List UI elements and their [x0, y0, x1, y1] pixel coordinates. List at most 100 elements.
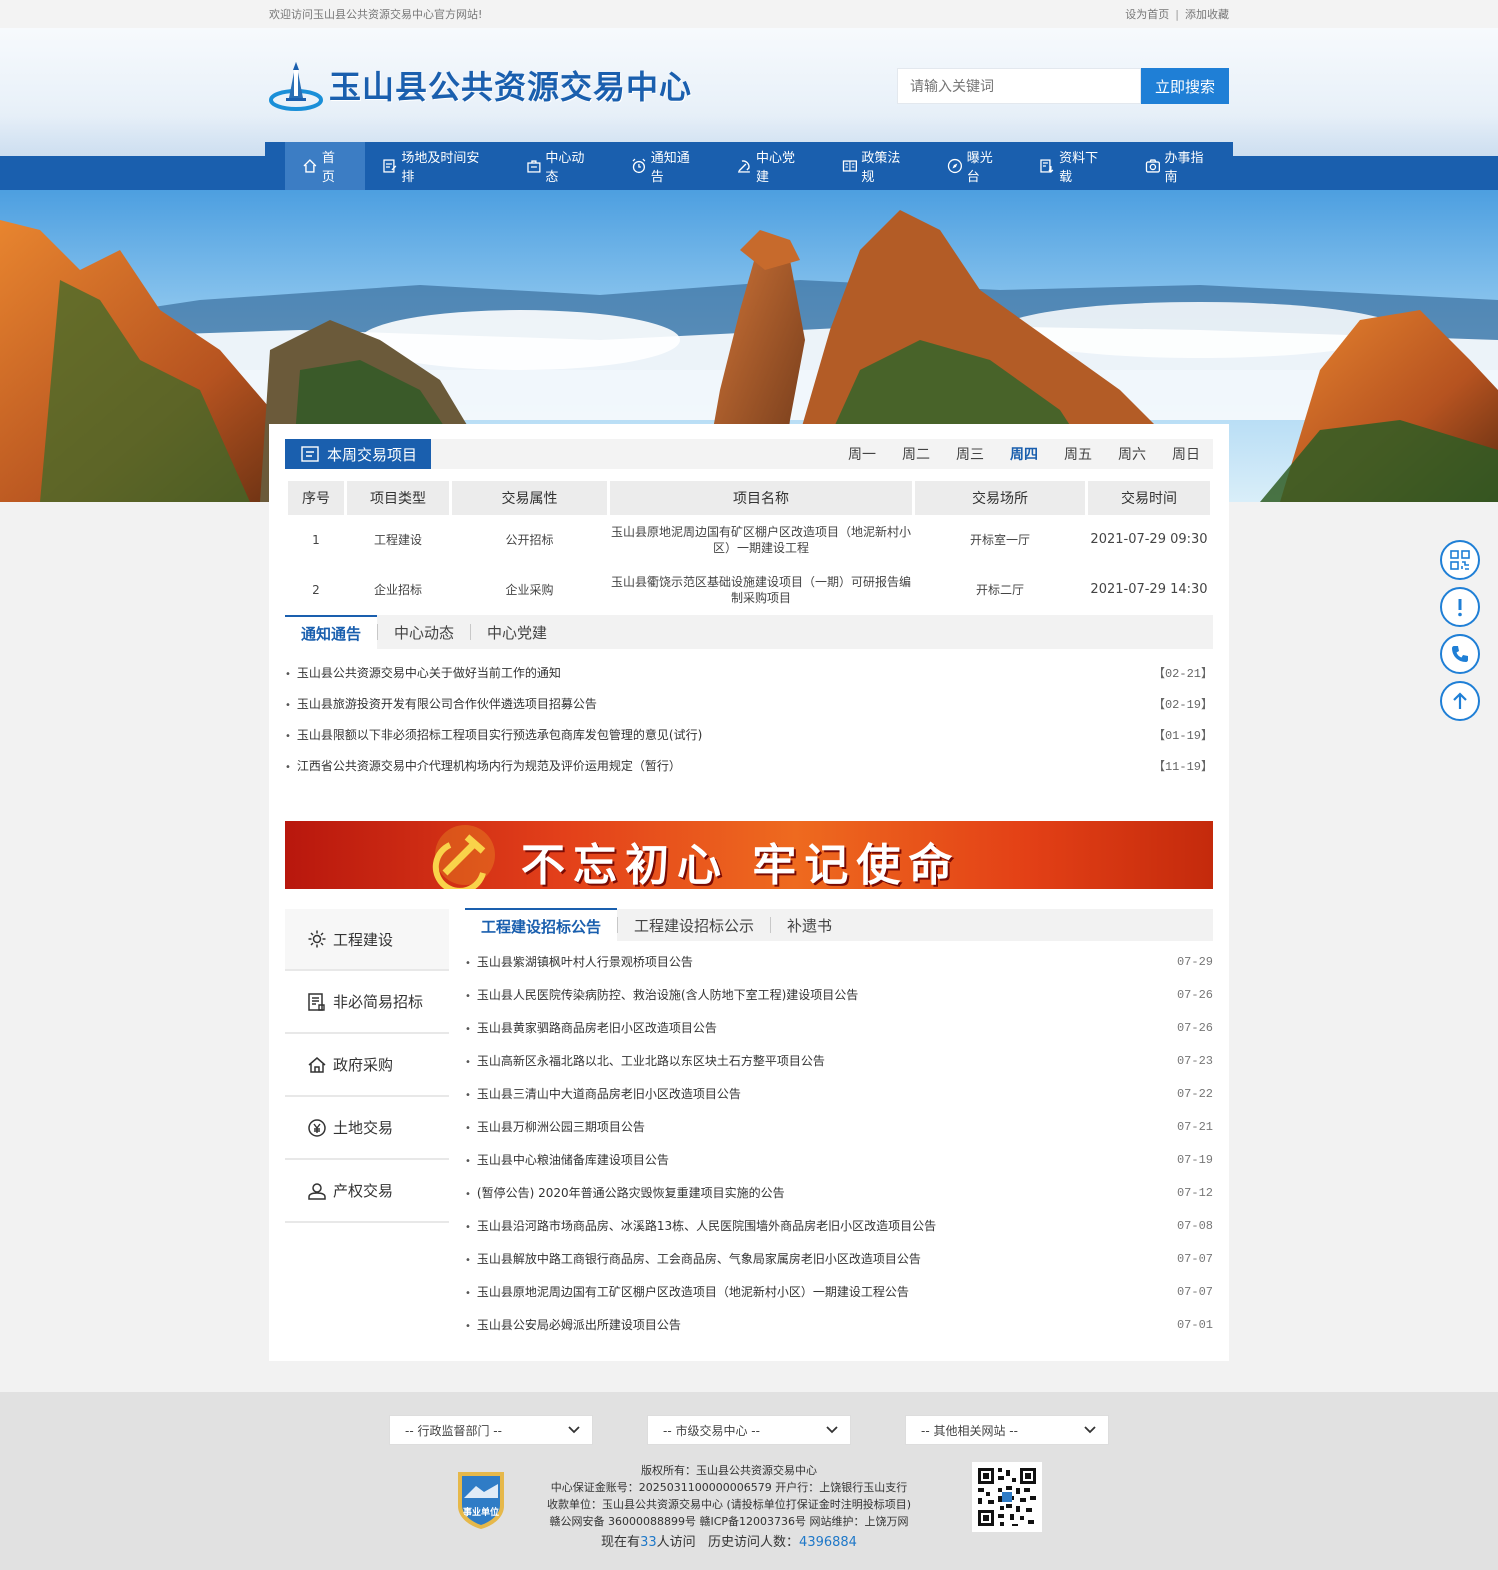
nav-item-download[interactable]: 资料下载	[1022, 142, 1127, 190]
announcement-title[interactable]: 玉山县万柳洲公园三期项目公告	[465, 1118, 645, 1135]
visit-prefix: 现在有	[601, 1535, 641, 1550]
tab-monday[interactable]: 周一	[835, 444, 889, 464]
trade-venue: 开标室一厅	[969, 533, 1030, 547]
category-gov-procurement[interactable]: 政府采购	[285, 1034, 449, 1097]
nav-item-guide[interactable]: 办事指南	[1128, 142, 1233, 190]
list-item[interactable]: (暂停公告) 2020年普通公路灾毁恢复重建项目实施的公告 07-12	[465, 1176, 1213, 1209]
notice-title[interactable]: 玉山县限额以下非必须招标工程项目实行预选承包商库发包管理的意见(试行)	[285, 726, 702, 743]
visit-suffix: 人访问	[656, 1535, 696, 1550]
supervision-dept-select[interactable]: -- 行政监督部门 --	[389, 1415, 593, 1445]
list-item[interactable]: 玉山县中心粮油储备库建设项目公告 07-19	[465, 1143, 1213, 1176]
announcement-title[interactable]: 玉山县黄家驷路商品房老旧小区改造项目公告	[465, 1019, 717, 1036]
list-item[interactable]: 玉山县紫湖镇枫叶村人行景观桥项目公告 07-29	[465, 945, 1213, 978]
visit-now-count: 33	[640, 1535, 657, 1550]
notice-title[interactable]: 江西省公共资源交易中介代理机构场内行为规范及评价运用规定（暂行）	[285, 757, 681, 774]
notice-title[interactable]: 玉山县公共资源交易中心关于做好当前工作的通知	[285, 664, 561, 681]
tab-bid-announcement[interactable]: 工程建设招标公告	[465, 908, 618, 942]
tab-wednesday[interactable]: 周三	[943, 444, 997, 464]
category-label: 非必简易招标	[333, 993, 424, 1011]
list-item[interactable]: 玉山县限额以下非必须招标工程项目实行预选承包商库发包管理的意见(试行) 【01-1…	[285, 719, 1213, 750]
list-item[interactable]: 玉山县旅游投资开发有限公司合作伙伴遴选项目招募公告 【02-19】	[285, 688, 1213, 719]
tab-tuesday[interactable]: 周二	[889, 444, 943, 464]
qrcode-button[interactable]	[1440, 540, 1480, 580]
tab-notices[interactable]: 通知通告	[285, 615, 378, 649]
history-count: 4396884	[799, 1535, 857, 1550]
tab-friday[interactable]: 周五	[1051, 444, 1105, 464]
alert-button[interactable]	[1440, 587, 1480, 627]
icp-line: 赣公网安备 36000088899号 赣ICP备12003736号 网站维护：上…	[549, 1515, 909, 1528]
welcome-text: 欢迎访问玉山县公共资源交易中心官方网站!	[269, 8, 483, 21]
nav-item-notice[interactable]: 通知通告	[614, 142, 719, 190]
list-item[interactable]: 玉山县人民医院传染病防控、救治设施(含人防地下室工程)建设项目公告 07-26	[465, 978, 1213, 1011]
tab-center-news[interactable]: 中心动态	[378, 615, 470, 649]
announcement-title[interactable]: 玉山县解放中路工商银行商品房、工会商品房、气象局家属房老旧小区改造项目公告	[465, 1250, 921, 1267]
announcement-title[interactable]: 玉山县三清山中大道商品房老旧小区改造项目公告	[465, 1085, 741, 1102]
list-item[interactable]: 玉山县黄家驷路商品房老旧小区改造项目公告 07-26	[465, 1011, 1213, 1044]
site-logo[interactable]: 玉山县公共资源交易中心	[269, 58, 692, 112]
trade-attribute: 企业采购	[505, 583, 554, 597]
add-favorite-link[interactable]: 添加收藏	[1185, 8, 1229, 21]
announcement-title[interactable]: 玉山高新区永福北路以北、工业北路以东区块土石方整平项目公告	[465, 1052, 825, 1069]
nav-label: 资料下载	[1059, 151, 1099, 185]
table-row[interactable]: 1 工程建设 公开招标 玉山县原地泥周边国有矿区棚户区改造项目（地泥新村小区）一…	[288, 515, 1210, 565]
footer-text: 版权所有：玉山县公共资源交易中心 中心保证金账号：202503110000000…	[529, 1462, 929, 1551]
announcement-title[interactable]: 玉山县沿河路市场商品房、冰溪路13栋、人民医院围墙外商品房老旧小区改造项目公告	[465, 1217, 936, 1234]
category-engineering[interactable]: 工程建设	[285, 909, 449, 971]
announcement-title[interactable]: (暂停公告) 2020年普通公路灾毁恢复重建项目实施的公告	[465, 1184, 785, 1201]
list-item[interactable]: 江西省公共资源交易中介代理机构场内行为规范及评价运用规定（暂行） 【11-19】	[285, 750, 1213, 781]
project-name[interactable]: 玉山县衢饶示范区基础设施建设项目（一期）可研报告编制采购项目	[610, 565, 912, 615]
announcement-title[interactable]: 玉山县原地泥周边国有工矿区棚户区改造项目（地泥新村小区）一期建设工程公告	[465, 1283, 909, 1300]
notice-title[interactable]: 玉山县旅游投资开发有限公司合作伙伴遴选项目招募公告	[285, 695, 597, 712]
announcement-title[interactable]: 玉山县中心粮油储备库建设项目公告	[465, 1151, 669, 1168]
list-item[interactable]: 玉山县公共资源交易中心关于做好当前工作的通知 【02-21】	[285, 657, 1213, 688]
party-slogan-banner[interactable]: 不忘初心 牢记使命	[285, 821, 1213, 889]
project-name[interactable]: 玉山县原地泥周边国有矿区棚户区改造项目（地泥新村小区）一期建设工程	[610, 515, 912, 565]
announcement-date: 07-01	[1176, 1317, 1213, 1332]
category-property-rights[interactable]: 产权交易	[285, 1160, 449, 1223]
list-item[interactable]: 玉山县原地泥周边国有工矿区棚户区改造项目（地泥新村小区）一期建设工程公告 07-0…	[465, 1275, 1213, 1308]
search-input[interactable]	[897, 68, 1141, 104]
nav-item-schedule[interactable]: 场地及时间安排	[365, 142, 509, 190]
weekly-projects-label: 本周交易项目	[327, 445, 418, 464]
category-label: 产权交易	[333, 1182, 394, 1200]
announcement-title[interactable]: 玉山县紫湖镇枫叶村人行景观桥项目公告	[465, 953, 693, 970]
copyright-line: 版权所有：玉山县公共资源交易中心	[641, 1464, 817, 1477]
site-title: 玉山县公共资源交易中心	[329, 68, 693, 106]
list-item[interactable]: 玉山县解放中路工商银行商品房、工会商品房、气象局家属房老旧小区改造项目公告 07-…	[465, 1242, 1213, 1275]
nav-item-exposure[interactable]: 曝光台	[930, 142, 1022, 190]
list-item[interactable]: 玉山县三清山中大道商品房老旧小区改造项目公告 07-22	[465, 1077, 1213, 1110]
set-home-link[interactable]: 设为首页	[1125, 8, 1169, 21]
row-number: 1	[312, 533, 320, 547]
tab-bid-publicity[interactable]: 工程建设招标公示	[618, 908, 770, 942]
announcement-title[interactable]: 玉山县公安局必姆派出所建设项目公告	[465, 1316, 681, 1333]
category-land-trade[interactable]: 土地交易	[285, 1097, 449, 1160]
list-item[interactable]: 玉山县公安局必姆派出所建设项目公告 07-01	[465, 1308, 1213, 1341]
nav-item-news[interactable]: 中心动态	[509, 142, 614, 190]
phone-button[interactable]	[1440, 634, 1480, 674]
announcement-title[interactable]: 玉山县人民医院传染病防控、救治设施(含人防地下室工程)建设项目公告	[465, 986, 858, 1003]
search-button[interactable]: 立即搜索	[1141, 68, 1229, 104]
list-item[interactable]: 玉山高新区永福北路以北、工业北路以东区块土石方整平项目公告 07-23	[465, 1044, 1213, 1077]
city-center-select[interactable]: -- 市级交易中心 --	[647, 1415, 851, 1445]
category-simple-bidding[interactable]: 非必简易招标	[285, 971, 449, 1034]
nav-item-home[interactable]: 首页	[285, 142, 365, 190]
announcement-date: 07-26	[1176, 1020, 1213, 1035]
chevron-down-icon	[568, 1426, 580, 1434]
announcement-date: 07-07	[1176, 1251, 1213, 1266]
site-header: 玉山县公共资源交易中心 立即搜索	[0, 28, 1498, 156]
table-row[interactable]: 2 企业招标 企业采购 玉山县衢饶示范区基础设施建设项目（一期）可研报告编制采购…	[288, 565, 1210, 615]
list-item[interactable]: 玉山县沿河路市场商品房、冰溪路13栋、人民医院围墙外商品房老旧小区改造项目公告 0…	[465, 1209, 1213, 1242]
tab-addendum[interactable]: 补遗书	[771, 908, 848, 942]
back-to-top-button[interactable]	[1440, 681, 1480, 721]
list-item[interactable]: 玉山县万柳洲公园三期项目公告 07-21	[465, 1110, 1213, 1143]
link-separator: |	[1175, 8, 1179, 21]
institution-badge[interactable]: 事业单位	[454, 1468, 508, 1530]
tab-saturday[interactable]: 周六	[1105, 444, 1159, 464]
other-sites-select[interactable]: -- 其他相关网站 --	[905, 1415, 1109, 1445]
tab-party-building[interactable]: 中心党建	[471, 615, 563, 649]
tab-sunday[interactable]: 周日	[1159, 444, 1213, 464]
nav-item-policy[interactable]: 政策法规	[825, 142, 930, 190]
tab-thursday[interactable]: 周四	[997, 444, 1051, 464]
nav-item-party[interactable]: 中心党建	[719, 142, 824, 190]
briefcase-icon	[526, 160, 541, 173]
